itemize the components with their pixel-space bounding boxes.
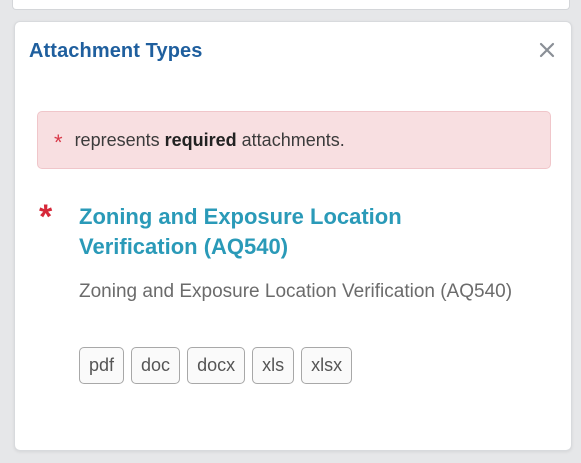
dialog-title: Attachment Types bbox=[29, 40, 203, 62]
required-notice: * represents required attachments. bbox=[37, 111, 551, 169]
notice-bold-word: required bbox=[164, 129, 237, 150]
required-star-icon: * bbox=[54, 130, 63, 155]
extension-chip-doc: doc bbox=[131, 347, 181, 384]
attachment-description: Zoning and Exposure Location Verificatio… bbox=[79, 281, 513, 302]
extension-chip-xls: xls bbox=[252, 347, 295, 384]
extension-list: pdf doc docx xls xlsx bbox=[79, 347, 353, 384]
extension-chip-pdf: pdf bbox=[79, 347, 125, 384]
attachment-title-link[interactable]: Zoning and Exposure Location Verificatio… bbox=[79, 202, 519, 262]
close-button[interactable] bbox=[533, 36, 561, 64]
required-marker-icon: * bbox=[39, 198, 53, 236]
notice-suffix: attachments. bbox=[241, 129, 345, 150]
attachment-types-dialog: Attachment Types * represents required a… bbox=[14, 21, 572, 451]
extension-chip-docx: docx bbox=[187, 347, 246, 384]
close-icon bbox=[539, 42, 555, 58]
extension-chip-xlsx: xlsx bbox=[301, 347, 353, 384]
underlying-panel-edge bbox=[12, 0, 570, 10]
notice-prefix: represents bbox=[74, 129, 160, 150]
